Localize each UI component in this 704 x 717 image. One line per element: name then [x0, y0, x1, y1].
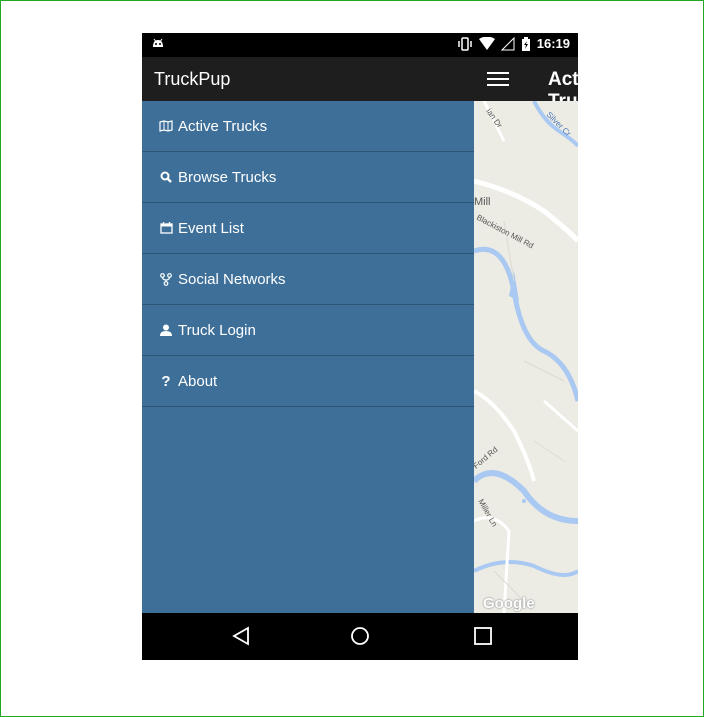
- signal-icon: [500, 36, 515, 50]
- menu-item-event-list[interactable]: Event List: [142, 203, 474, 254]
- wifi-icon: [478, 36, 495, 50]
- map-view[interactable]: Mill Blackiston Mill Rd Silver Cr Ford R…: [474, 101, 578, 613]
- hamburger-menu-icon[interactable]: [487, 70, 509, 88]
- map-graphic: Mill Blackiston Mill Rd Silver Cr Ford R…: [474, 101, 578, 613]
- vibrate-icon: [458, 36, 472, 51]
- drawer-header: TruckPup: [142, 57, 474, 101]
- question-icon: ?: [161, 372, 171, 390]
- phone-screen: 16:19 Active Trucks Mill: [142, 33, 578, 660]
- back-icon[interactable]: [230, 626, 252, 646]
- menu-label-active-trucks: Active Trucks: [178, 117, 268, 135]
- fork-icon: [159, 272, 173, 286]
- menu-item-social-networks[interactable]: Social Networks: [142, 254, 474, 305]
- app-title: TruckPup: [154, 69, 231, 89]
- drawer-menu: Active Trucks Browse Trucks Event List S…: [142, 101, 474, 407]
- menu-label-truck-login: Truck Login: [178, 321, 256, 339]
- recent-apps-icon[interactable]: [472, 626, 494, 646]
- status-indicators: 16:19: [457, 36, 570, 51]
- calendar-icon: [159, 221, 173, 235]
- menu-label-event-list: Event List: [178, 219, 244, 237]
- menu-item-active-trucks[interactable]: Active Trucks: [142, 101, 474, 152]
- battery-icon: [521, 36, 530, 51]
- google-attribution: Google: [483, 595, 535, 612]
- search-icon: [159, 170, 173, 184]
- menu-label-social-networks: Social Networks: [178, 270, 286, 288]
- map-label-mill: Mill: [474, 196, 491, 208]
- menu-item-truck-login[interactable]: Truck Login: [142, 305, 474, 356]
- status-bar: 16:19: [142, 33, 578, 57]
- status-time: 16:19: [536, 36, 570, 51]
- navigation-drawer: TruckPup Active Trucks Browse Trucks Eve…: [142, 57, 474, 613]
- user-icon: [159, 323, 173, 337]
- menu-item-about[interactable]: ? About: [142, 356, 474, 407]
- map-icon: [159, 119, 173, 133]
- menu-item-browse-trucks[interactable]: Browse Trucks: [142, 152, 474, 203]
- menu-label-browse-trucks: Browse Trucks: [178, 168, 277, 186]
- android-notification-icon: [153, 38, 163, 47]
- home-icon[interactable]: [349, 626, 371, 646]
- menu-label-about: About: [178, 372, 218, 390]
- system-navigation-bar: [142, 613, 578, 660]
